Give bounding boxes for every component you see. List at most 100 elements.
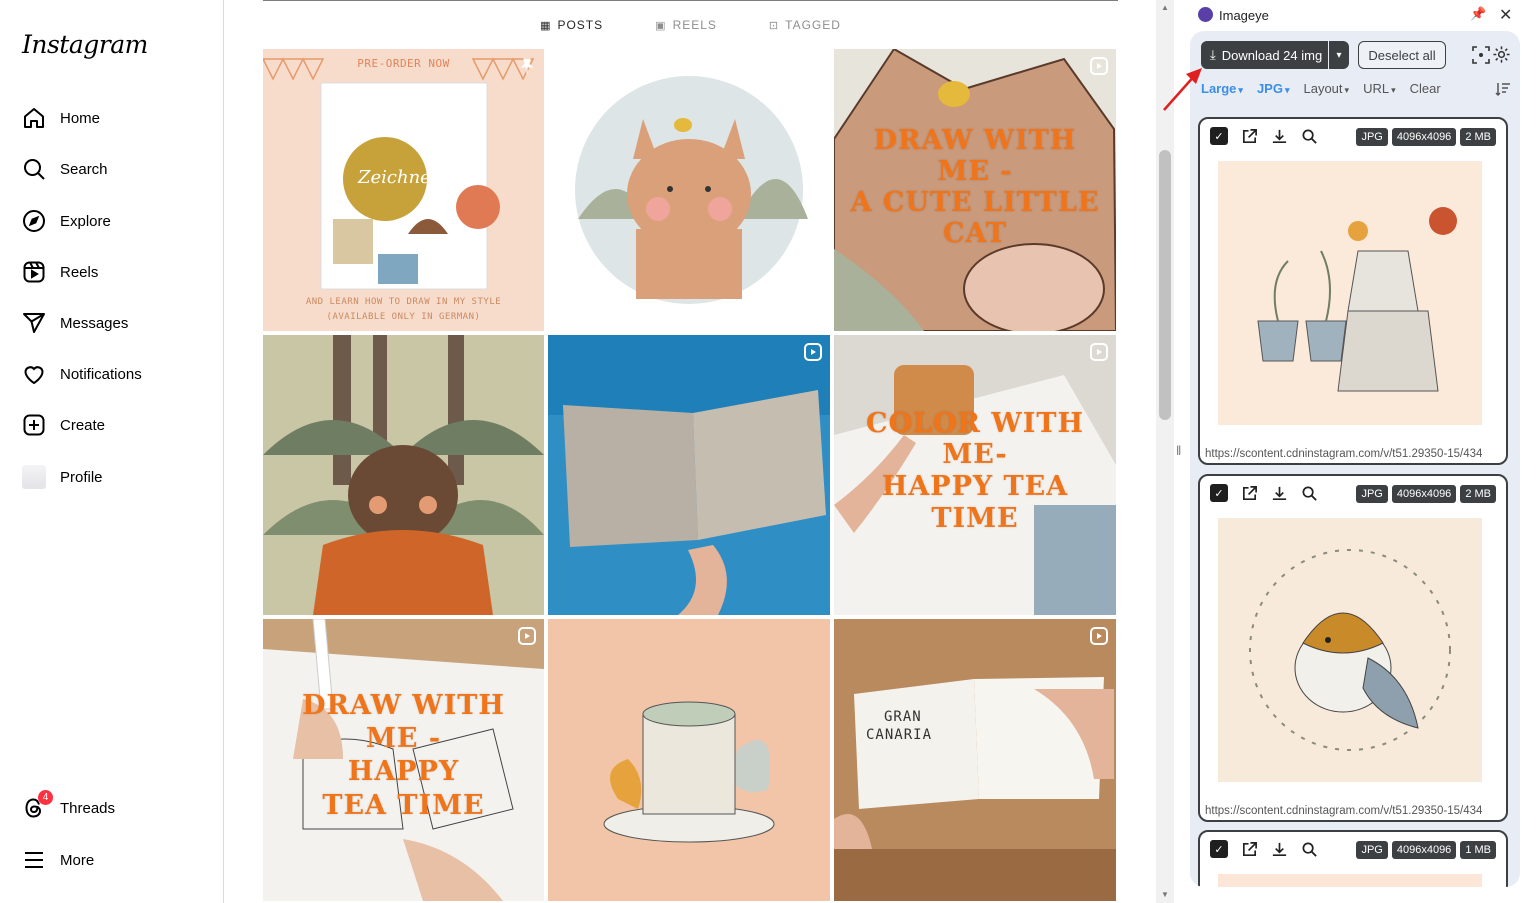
preorder-footer-2: (AVAILABLE ONLY IN GERMAN) xyxy=(326,312,481,322)
nav-home-label: Home xyxy=(60,109,101,127)
image-card[interactable]: ✓ JPG 4096x4096 2 MB https://scontent.cd… xyxy=(1198,117,1508,465)
tab-tagged[interactable]: ⊡ TAGGED xyxy=(769,13,841,37)
nav-create[interactable]: Create xyxy=(10,403,210,447)
preorder-footer-1: AND LEARN HOW TO DRAW IN MY STYLE xyxy=(305,297,502,307)
nav-profile[interactable]: Profile xyxy=(10,455,210,499)
checkbox-icon[interactable]: ✓ xyxy=(1210,484,1228,502)
post-preorder-book[interactable]: PRE-ORDER NOW Zeichnen AND LEARN HOW TO … xyxy=(263,49,544,331)
dimensions-tag: 4096x4096 xyxy=(1391,128,1457,146)
pin-icon xyxy=(520,58,534,74)
image-url: https://scontent.cdninstagram.com/v/t51.… xyxy=(1205,448,1483,460)
threads-badge: 4 xyxy=(38,790,53,805)
page-scrollbar-thumb[interactable] xyxy=(1159,150,1171,420)
panel-body: ⤓ Download 24 img ▾ Deselect all Large ▾ … xyxy=(1190,31,1520,887)
filter-type[interactable]: JPG ▾ xyxy=(1257,81,1290,97)
tab-reels[interactable]: ▣ REELS xyxy=(655,13,717,37)
scroll-down-arrow-icon[interactable]: ▼ xyxy=(1156,890,1174,899)
card-toolbar: ✓ xyxy=(1210,127,1318,145)
post-7-overlay-line-3: HAPPY xyxy=(347,756,460,787)
nav-messages-label: Messages xyxy=(60,314,129,332)
post-color-tea[interactable]: COLOR WITH ME- HAPPY TEA TIME xyxy=(834,335,1116,615)
reel-icon xyxy=(804,343,822,361)
third-image-thumbnail xyxy=(1218,874,1482,887)
open-in-new-tab-icon[interactable] xyxy=(1240,484,1258,502)
post-3-overlay-line-4: CAT xyxy=(942,218,1008,249)
filesize-tag: 2 MB xyxy=(1460,485,1496,503)
scroll-up-arrow-icon[interactable]: ▲ xyxy=(1156,3,1174,12)
nav-home[interactable]: Home xyxy=(10,96,210,140)
heart-icon xyxy=(22,362,46,386)
download-icon[interactable] xyxy=(1270,127,1288,145)
reel-icon xyxy=(1090,627,1108,645)
post-7-overlay-line-4: TEA TIME xyxy=(322,790,485,821)
nav-notifications[interactable]: Notifications xyxy=(10,352,210,396)
nav-search[interactable]: Search xyxy=(10,147,210,191)
format-tag: JPG xyxy=(1356,841,1388,859)
nav-more[interactable]: More xyxy=(10,838,210,882)
nav-reels-label: Reels xyxy=(60,263,99,281)
open-in-new-tab-icon[interactable] xyxy=(1240,127,1258,145)
sort-icon[interactable] xyxy=(1495,81,1511,97)
image-card[interactable]: ✓ JPG 4096x4096 1 MB xyxy=(1198,830,1508,887)
instagram-logo[interactable]: Instagram xyxy=(22,30,148,59)
filter-url-label: URL xyxy=(1363,81,1390,96)
reel-icon xyxy=(1090,57,1108,75)
cake-cup-image xyxy=(548,619,830,901)
nav-explore[interactable]: Explore xyxy=(10,199,210,243)
checkbox-icon[interactable]: ✓ xyxy=(1210,840,1228,858)
post-bear-forest[interactable] xyxy=(263,335,544,615)
filesize-tag: 2 MB xyxy=(1460,128,1496,146)
nav-reels[interactable]: Reels xyxy=(10,250,210,294)
nav-profile-label: Profile xyxy=(60,468,103,486)
nav-messages[interactable]: Messages xyxy=(10,301,210,345)
clear-filters-button[interactable]: Clear xyxy=(1410,81,1441,97)
filter-url[interactable]: URL ▾ xyxy=(1363,81,1396,97)
post-draw-tea[interactable]: DRAW WITH ME - HAPPY TEA TIME xyxy=(263,619,544,901)
image-card[interactable]: ✓ JPG 4096x4096 2 MB https://scontent.cd… xyxy=(1198,474,1508,822)
post-cat-circle[interactable] xyxy=(548,49,830,331)
imageye-panel: Imageye 📌 ✕ ⤓ Download 24 img ▾ Deselect… xyxy=(1186,0,1536,903)
bear-forest-image xyxy=(263,335,544,615)
page-scrollbar[interactable]: ▲ ▼ xyxy=(1156,0,1174,903)
zoom-search-icon[interactable] xyxy=(1300,484,1318,502)
select-area-icon[interactable] xyxy=(1472,46,1490,64)
tab-reels-label: REELS xyxy=(672,18,717,32)
zoom-search-icon[interactable] xyxy=(1300,127,1318,145)
post-6-overlay-line-2: ME- xyxy=(942,439,1008,470)
download-options-dropdown[interactable]: ▾ xyxy=(1329,41,1349,69)
pin-icon[interactable]: 📌 xyxy=(1470,6,1486,22)
extension-name: Imageye xyxy=(1219,8,1269,23)
image-url: https://scontent.cdninstagram.com/v/t51.… xyxy=(1205,805,1483,817)
filter-size[interactable]: Large ▾ xyxy=(1201,81,1243,97)
post-cake-cup[interactable] xyxy=(548,619,830,901)
compass-icon xyxy=(22,209,46,233)
download-button[interactable]: ⤓ Download 24 img xyxy=(1201,41,1328,69)
nav-threads-label: Threads xyxy=(60,799,116,817)
zoom-search-icon[interactable] xyxy=(1300,840,1318,858)
checkbox-icon[interactable]: ✓ xyxy=(1210,127,1228,145)
post-gran-canaria[interactable]: GRAN CANARIA xyxy=(834,619,1116,901)
paper-plane-icon xyxy=(22,311,46,335)
nav-notifications-label: Notifications xyxy=(60,365,142,383)
image-meta-tags: JPG 4096x4096 2 MB xyxy=(1356,485,1496,503)
download-icon[interactable] xyxy=(1270,840,1288,858)
format-tag: JPG xyxy=(1356,128,1388,146)
nav-threads[interactable]: 4 Threads xyxy=(10,786,210,830)
close-icon[interactable]: ✕ xyxy=(1499,5,1512,25)
open-in-new-tab-icon[interactable] xyxy=(1240,840,1258,858)
chevron-down-icon: ▾ xyxy=(1344,85,1350,95)
panel-resize-handle[interactable]: ‖ xyxy=(1176,443,1181,458)
gear-icon[interactable] xyxy=(1492,45,1511,64)
post-7-overlay-line-2: ME - xyxy=(365,723,442,754)
filter-layout[interactable]: Layout ▾ xyxy=(1303,81,1349,97)
book-title: Zeichnen xyxy=(358,167,443,188)
download-icon[interactable] xyxy=(1270,484,1288,502)
deselect-all-button[interactable]: Deselect all xyxy=(1358,41,1446,69)
post-3-overlay-line-2: ME - xyxy=(937,156,1013,187)
post-sketchbook-aquarium[interactable] xyxy=(548,335,830,615)
post-draw-cat[interactable]: DRAW WITH ME - A CUTE LITTLE CAT xyxy=(834,49,1116,331)
format-tag: JPG xyxy=(1356,485,1388,503)
preorder-headline: PRE-ORDER NOW xyxy=(357,57,450,70)
tab-posts[interactable]: ▦ POSTS xyxy=(540,13,603,37)
nav-more-label: More xyxy=(60,851,95,869)
